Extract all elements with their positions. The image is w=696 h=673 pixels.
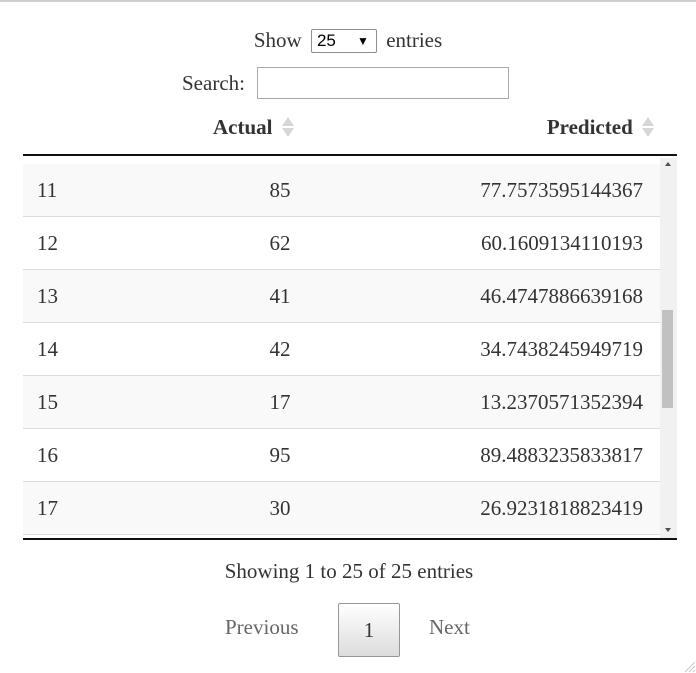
column-header-actual[interactable]: Actual	[213, 114, 294, 140]
predicted-cell: 46.4747886639168	[480, 284, 643, 308]
search-control: Search:	[182, 66, 510, 100]
scroll-down-arrow-icon[interactable]	[665, 528, 671, 532]
column-header-predicted[interactable]: Predicted	[547, 114, 654, 140]
actual-cell: 30	[269, 496, 291, 520]
actual-cell: 17	[269, 390, 291, 414]
table-row: 14 42 34.7438245949719	[23, 323, 660, 376]
table-row: 11 85 77.7573595144367	[23, 164, 660, 217]
table-row: 12 62 60.1609134110193	[23, 217, 660, 270]
table-row: 17 30 26.9231818823419	[23, 482, 660, 535]
page-length-value: 25	[316, 30, 336, 50]
datatable-widget: Show 25 ▼ entries Search: Actual Predict…	[0, 0, 696, 673]
column-header-actual-label: Actual	[213, 115, 273, 139]
page-length-control: Show 25 ▼ entries	[0, 26, 696, 54]
row-index-cell: 12	[37, 231, 58, 255]
actual-cell: 62	[269, 231, 291, 255]
scrollbar-thumb[interactable]	[662, 310, 673, 408]
row-index-cell: 15	[37, 390, 58, 414]
table-info: Showing 1 to 25 of 25 entries	[224, 559, 474, 583]
row-index-cell: 11	[37, 178, 58, 202]
sort-both-icon	[642, 115, 654, 139]
column-header-predicted-label: Predicted	[546, 115, 633, 139]
next-button[interactable]: Next	[429, 615, 470, 640]
pagination: Previous 1 Next	[0, 603, 696, 657]
page-length-select[interactable]: 25 ▼	[310, 28, 377, 53]
predicted-cell: 60.1609134110193	[481, 231, 643, 255]
predicted-cell: 89.4883235833817	[480, 443, 643, 467]
actual-cell: 85	[269, 178, 291, 202]
previous-button[interactable]: Previous	[225, 615, 299, 640]
actual-cell: 95	[269, 443, 291, 467]
row-index-cell: 16	[37, 443, 58, 467]
table-row: 15 17 13.2370571352394	[23, 376, 660, 429]
sort-both-icon	[281, 115, 294, 139]
resize-grip-icon[interactable]	[682, 659, 696, 673]
table-header: Actual Predicted	[23, 108, 677, 156]
page-button-current[interactable]: 1	[338, 603, 400, 657]
caret-down-icon: ▼	[357, 33, 369, 48]
row-index-cell: 14	[37, 337, 58, 361]
row-index-cell: 17	[37, 496, 58, 520]
search-label: Search:	[182, 71, 245, 96]
predicted-cell: 13.2370571352394	[480, 390, 643, 414]
predicted-cell: 77.7573595144367	[480, 178, 643, 202]
table-scroll-body[interactable]: 11 85 77.7573595144367 12 62 60.16091341…	[23, 158, 677, 540]
table-row: 16 95 89.4883235833817	[23, 429, 660, 482]
vertical-scrollbar[interactable]	[660, 158, 677, 538]
predicted-cell: 26.9231818823419	[480, 496, 643, 520]
actual-cell: 41	[269, 284, 291, 308]
length-suffix-label: entries	[386, 28, 443, 52]
scroll-up-arrow-icon[interactable]	[665, 162, 671, 166]
row-index-cell: 13	[37, 284, 58, 308]
table-row: 13 41 46.4747886639168	[23, 270, 660, 323]
predicted-cell: 34.7438245949719	[480, 337, 643, 361]
search-input[interactable]	[257, 67, 510, 100]
actual-cell: 42	[269, 337, 291, 361]
length-prefix-label: Show	[253, 28, 302, 52]
table-body: 11 85 77.7573595144367 12 62 60.16091341…	[23, 164, 660, 535]
